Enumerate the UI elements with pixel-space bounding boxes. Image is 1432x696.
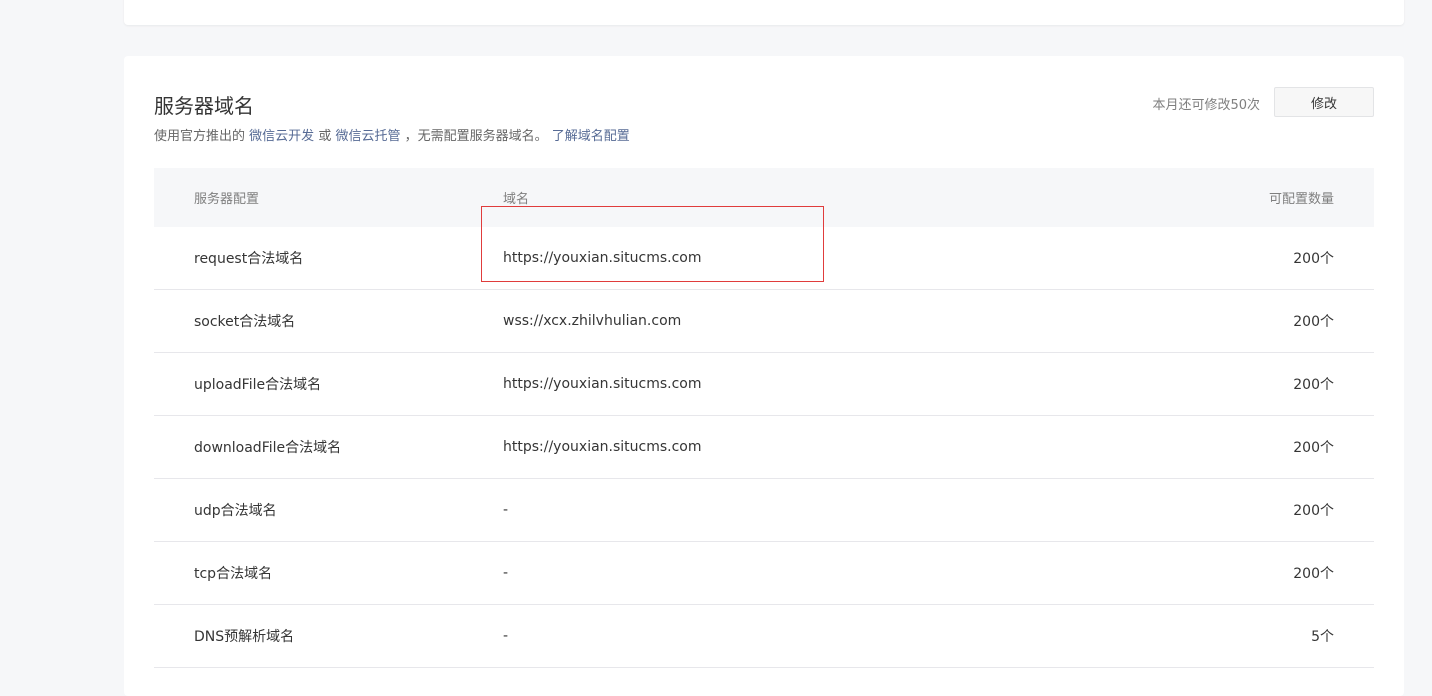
row-type: socket合法域名 <box>194 314 296 330</box>
row-domain: https://youxian.situcms.com <box>503 439 702 455</box>
row-type: udp合法域名 <box>194 503 277 519</box>
desc-suffix: ，无需配置服务器域名。 <box>404 129 548 144</box>
row-domain: wss://xcx.zhilvhulian.com <box>503 313 682 329</box>
row-count: 200个 <box>1293 503 1334 519</box>
row-type: DNS预解析域名 <box>194 629 295 645</box>
row-domain: - <box>503 502 509 518</box>
table-row: tcp合法域名 - 200个 <box>154 542 1374 605</box>
header-domain: 域名 <box>503 192 530 207</box>
row-count: 200个 <box>1293 314 1334 330</box>
table-row: request合法域名 https://youxian.situcms.com … <box>154 227 1374 290</box>
row-count: 200个 <box>1293 440 1334 456</box>
modify-quota-text: 本月还可修改50次 <box>1152 98 1260 113</box>
row-count: 5个 <box>1311 629 1334 645</box>
cloud-host-link[interactable]: 微信云托管 <box>335 129 400 144</box>
cloud-dev-link[interactable]: 微信云开发 <box>249 129 314 144</box>
modify-button[interactable]: 修改 <box>1274 87 1374 117</box>
table-row: downloadFile合法域名 https://youxian.situcms… <box>154 416 1374 479</box>
desc-prefix: 使用官方推出的 <box>154 129 246 144</box>
row-domain: - <box>503 628 509 644</box>
table-row: udp合法域名 - 200个 <box>154 479 1374 542</box>
row-type: uploadFile合法域名 <box>194 377 322 393</box>
section-title: 服务器域名 <box>154 94 254 118</box>
header-server-config: 服务器配置 <box>194 192 260 207</box>
row-count: 200个 <box>1293 566 1334 582</box>
row-type: request合法域名 <box>194 251 304 267</box>
server-domain-card: 服务器域名 使用官方推出的 微信云开发 或 微信云托管 ，无需配置服务器域名。 … <box>124 56 1404 696</box>
table-header: 服务器配置 域名 可配置数量 <box>154 168 1374 227</box>
table-row: uploadFile合法域名 https://youxian.situcms.c… <box>154 353 1374 416</box>
learn-domain-config-link[interactable]: 了解域名配置 <box>552 129 630 144</box>
row-count: 200个 <box>1293 251 1334 267</box>
domain-table: 服务器配置 域名 可配置数量 request合法域名 https://youxi… <box>154 168 1374 668</box>
row-type: downloadFile合法域名 <box>194 440 342 456</box>
row-domain: https://youxian.situcms.com <box>503 250 702 266</box>
row-domain: https://youxian.situcms.com <box>503 376 702 392</box>
header-count: 可配置数量 <box>1268 192 1334 207</box>
row-count: 200个 <box>1293 377 1334 393</box>
table-row: DNS预解析域名 - 5个 <box>154 605 1374 668</box>
row-type: tcp合法域名 <box>194 566 273 582</box>
section-description: 使用官方推出的 微信云开发 或 微信云托管 ，无需配置服务器域名。 了解域名配置 <box>154 125 630 144</box>
desc-or: 或 <box>318 129 332 144</box>
row-domain: - <box>503 565 509 581</box>
previous-settings-card <box>124 0 1404 25</box>
table-row: socket合法域名 wss://xcx.zhilvhulian.com 200… <box>154 290 1374 353</box>
